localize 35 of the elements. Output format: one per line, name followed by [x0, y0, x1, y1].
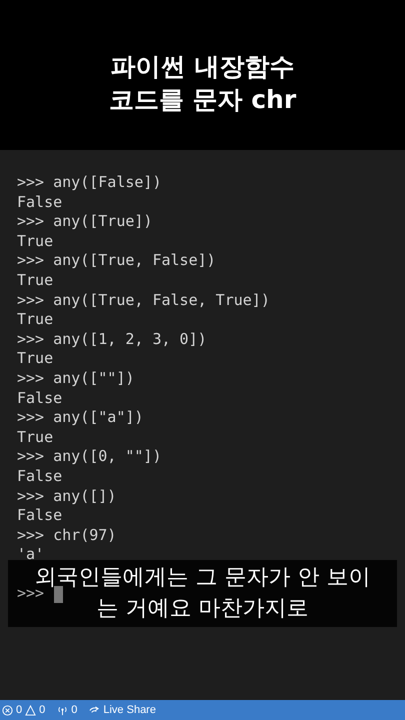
video-title: 코드를 문자 chr — [108, 84, 296, 116]
error-icon — [2, 704, 13, 716]
text-cursor — [54, 586, 64, 603]
warning-count: 0 — [39, 704, 46, 716]
terminal-input-line: >>> any([""]) — [17, 368, 134, 389]
share-icon — [89, 704, 100, 716]
terminal-input-line: >>> any([True, False]) — [17, 251, 216, 271]
live-share-button[interactable]: Live Share — [89, 704, 156, 716]
terminal-output-line: True — [17, 270, 54, 291]
terminal-output-line: True — [17, 428, 54, 448]
ports-count: 0 — [71, 704, 78, 716]
terminal-output-line: True — [17, 232, 54, 252]
terminal-output-line: 'a' — [17, 545, 44, 565]
terminal-output-line: False — [17, 192, 62, 212]
terminal-input-line: >>> any(["a"]) — [17, 408, 144, 428]
warning-icon — [25, 704, 36, 716]
problems-button[interactable]: 0 0 — [2, 704, 46, 716]
terminal-output-line: False — [17, 466, 62, 486]
terminal-input-line: >>> any([True, False, True]) — [17, 290, 270, 310]
error-count: 0 — [16, 704, 22, 716]
ports-button[interactable]: 0 — [57, 704, 78, 716]
terminal-output-line: True — [17, 349, 54, 369]
terminal-output-line: False — [17, 506, 62, 526]
subtitle-text: 는 거예요 마찬가지로 — [96, 595, 308, 623]
terminal-input-line: >>> any([False]) — [17, 173, 162, 193]
antenna-icon — [57, 704, 68, 716]
terminal-input-line: >>> any([True]) — [17, 212, 152, 232]
live-share-label: Live Share — [103, 704, 156, 716]
terminal-input-line: >>> any([1, 2, 3, 0]) — [17, 330, 207, 350]
terminal-input-line: >>> any([]) — [17, 486, 116, 506]
video-title: 파이썬 내장함수 — [110, 51, 294, 83]
terminal-output-line: True — [17, 310, 54, 330]
terminal-input-line: >>> any([0, ""]) — [17, 447, 162, 467]
terminal-output-line: False — [17, 388, 62, 408]
terminal-input-line: >>> chr(97) — [17, 526, 116, 546]
